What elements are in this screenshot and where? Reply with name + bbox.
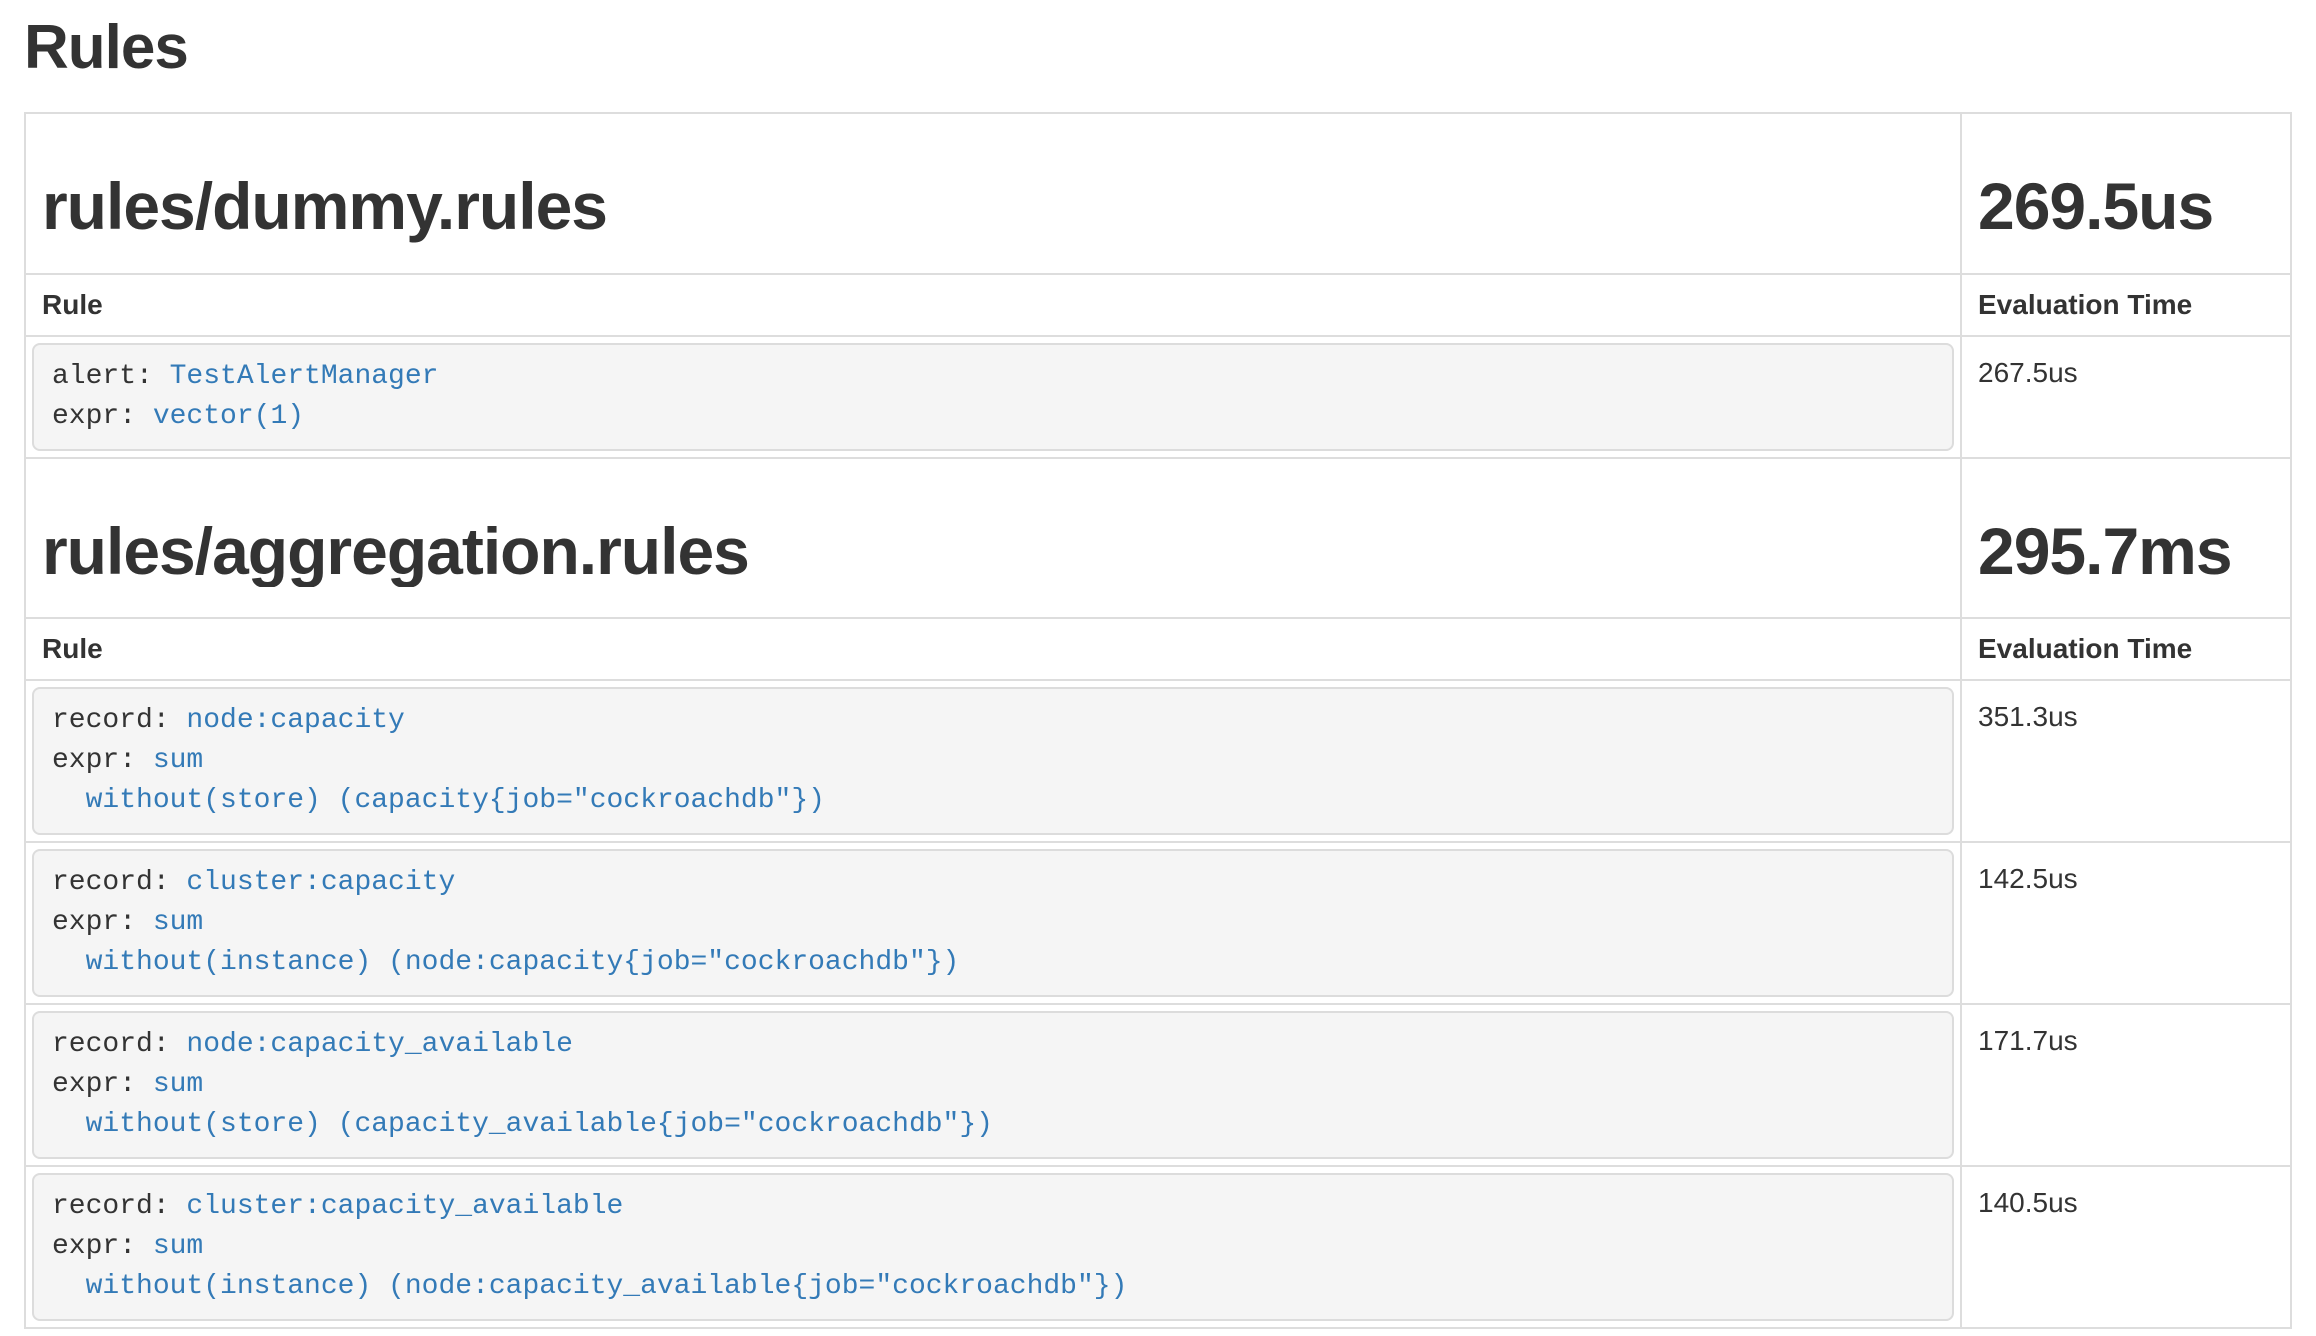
code-text: alert: bbox=[52, 361, 170, 392]
code-line: record: cluster:capacity_available bbox=[52, 1187, 1934, 1227]
code-line: without(store) (capacity_available{job="… bbox=[52, 1105, 1934, 1145]
page-title: Rules bbox=[24, 14, 2292, 82]
code-link[interactable]: node:capacity bbox=[186, 705, 404, 736]
code-link[interactable]: cluster:capacity bbox=[186, 867, 455, 898]
rule-code-cell: record: cluster:capacity_availableexpr: … bbox=[25, 1166, 1961, 1328]
rule-eval-time-cell: 171.7us bbox=[1961, 1004, 2291, 1166]
group-file-name: rules/dummy.rules bbox=[42, 170, 1944, 243]
code-text bbox=[52, 1109, 86, 1140]
code-text bbox=[52, 1271, 86, 1302]
group-header-row: rules/dummy.rules 269.5us bbox=[25, 113, 2291, 274]
prometheus-rules-page: { "page": { "title": "Rules" }, "table":… bbox=[0, 14, 2316, 1336]
rule-code-block: record: cluster:capacity_availableexpr: … bbox=[32, 1173, 1954, 1321]
rule-eval-time-cell: 142.5us bbox=[1961, 842, 2291, 1004]
code-text bbox=[52, 947, 86, 978]
rule-eval-time-cell: 267.5us bbox=[1961, 336, 2291, 458]
code-line: expr: sum bbox=[52, 741, 1934, 781]
rules-table: rules/dummy.rules269.5usRuleEvaluation T… bbox=[24, 112, 2292, 1329]
rules-content: Rules rules/dummy.rules269.5usRuleEvalua… bbox=[0, 14, 2316, 1329]
rule-row: record: node:capacity_availableexpr: sum… bbox=[25, 1004, 2291, 1166]
code-line: expr: sum bbox=[52, 1065, 1934, 1105]
code-link[interactable]: cluster:capacity_available bbox=[186, 1191, 623, 1222]
code-link[interactable]: node:capacity_available bbox=[186, 1029, 572, 1060]
rule-eval-time-cell: 351.3us bbox=[1961, 680, 2291, 842]
code-link[interactable]: TestAlertManager bbox=[170, 361, 439, 392]
code-text: record: bbox=[52, 867, 186, 898]
group-header-row: rules/aggregation.rules 295.7ms bbox=[25, 458, 2291, 619]
rule-code-cell: record: node:capacityexpr: sum without(s… bbox=[25, 680, 1961, 842]
code-text: record: bbox=[52, 705, 186, 736]
group-file-cell: rules/dummy.rules bbox=[25, 113, 1961, 274]
code-line: without(instance) (node:capacity_availab… bbox=[52, 1267, 1934, 1307]
rule-code-block: record: node:capacityexpr: sum without(s… bbox=[32, 687, 1954, 835]
code-line: expr: vector(1) bbox=[52, 397, 1934, 437]
rule-eval-time-cell: 140.5us bbox=[1961, 1166, 2291, 1328]
rule-column-header: Rule bbox=[25, 618, 1961, 680]
code-link[interactable]: without(instance) (node:capacity{job="co… bbox=[86, 947, 960, 978]
code-text: expr: bbox=[52, 401, 153, 432]
rule-row: record: cluster:capacityexpr: sum withou… bbox=[25, 842, 2291, 1004]
code-line: expr: sum bbox=[52, 1227, 1934, 1267]
group-eval-time-cell: 269.5us bbox=[1961, 113, 2291, 274]
code-line: without(instance) (node:capacity{job="co… bbox=[52, 943, 1934, 983]
rule-row: alert: TestAlertManagerexpr: vector(1)26… bbox=[25, 336, 2291, 458]
rules-table-body: rules/dummy.rules269.5usRuleEvaluation T… bbox=[25, 113, 2291, 1328]
eval-time-column-header: Evaluation Time bbox=[1961, 618, 2291, 680]
code-text: expr: bbox=[52, 907, 153, 938]
column-header-row: RuleEvaluation Time bbox=[25, 618, 2291, 680]
rule-code-cell: record: node:capacity_availableexpr: sum… bbox=[25, 1004, 1961, 1166]
code-text: expr: bbox=[52, 745, 153, 776]
rule-column-header: Rule bbox=[25, 274, 1961, 336]
code-link[interactable]: sum bbox=[153, 907, 203, 938]
group-eval-time: 295.7ms bbox=[1978, 515, 2274, 588]
rule-code-block: record: node:capacity_availableexpr: sum… bbox=[32, 1011, 1954, 1159]
code-line: record: node:capacity bbox=[52, 701, 1934, 741]
code-line: record: node:capacity_available bbox=[52, 1025, 1934, 1065]
code-text: expr: bbox=[52, 1069, 153, 1100]
rule-row: record: cluster:capacity_availableexpr: … bbox=[25, 1166, 2291, 1328]
code-link[interactable]: sum bbox=[153, 1231, 203, 1262]
code-text: expr: bbox=[52, 1231, 153, 1262]
rule-code-block: alert: TestAlertManagerexpr: vector(1) bbox=[32, 343, 1954, 451]
code-text: record: bbox=[52, 1029, 186, 1060]
code-link[interactable]: without(store) (capacity{job="cockroachd… bbox=[86, 785, 825, 816]
rule-code-cell: record: cluster:capacityexpr: sum withou… bbox=[25, 842, 1961, 1004]
code-line: expr: sum bbox=[52, 903, 1934, 943]
code-line: alert: TestAlertManager bbox=[52, 357, 1934, 397]
code-text: record: bbox=[52, 1191, 186, 1222]
rule-row: record: node:capacityexpr: sum without(s… bbox=[25, 680, 2291, 842]
code-link[interactable]: sum bbox=[153, 1069, 203, 1100]
rule-code-cell: alert: TestAlertManagerexpr: vector(1) bbox=[25, 336, 1961, 458]
code-line: record: cluster:capacity bbox=[52, 863, 1934, 903]
code-text bbox=[52, 785, 86, 816]
group-file-cell: rules/aggregation.rules bbox=[25, 458, 1961, 619]
eval-time-column-header: Evaluation Time bbox=[1961, 274, 2291, 336]
code-link[interactable]: vector(1) bbox=[153, 401, 304, 432]
code-link[interactable]: without(instance) (node:capacity_availab… bbox=[86, 1271, 1128, 1302]
rule-code-block: record: cluster:capacityexpr: sum withou… bbox=[32, 849, 1954, 997]
group-file-name: rules/aggregation.rules bbox=[42, 515, 1944, 588]
code-link[interactable]: without(store) (capacity_available{job="… bbox=[86, 1109, 993, 1140]
group-eval-time: 269.5us bbox=[1978, 170, 2274, 243]
column-header-row: RuleEvaluation Time bbox=[25, 274, 2291, 336]
code-line: without(store) (capacity{job="cockroachd… bbox=[52, 781, 1934, 821]
code-link[interactable]: sum bbox=[153, 745, 203, 776]
group-eval-time-cell: 295.7ms bbox=[1961, 458, 2291, 619]
